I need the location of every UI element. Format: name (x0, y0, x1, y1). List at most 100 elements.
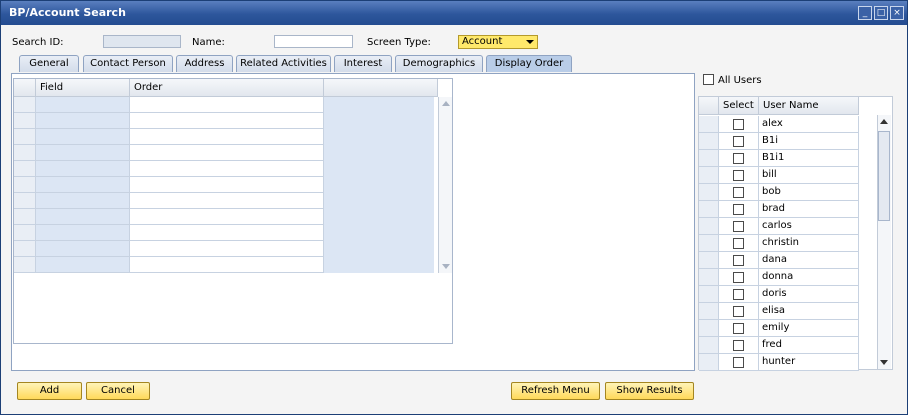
row-selector[interactable] (699, 235, 719, 252)
field-cell[interactable] (36, 97, 130, 113)
user-list-scrollbar[interactable] (877, 115, 891, 369)
user-name-cell[interactable]: B1i1 (759, 150, 859, 167)
user-name-cell[interactable]: carlos (759, 218, 859, 235)
screen-type-dropdown[interactable]: Account (458, 35, 538, 49)
row-selector[interactable] (14, 257, 36, 273)
select-checkbox[interactable] (733, 340, 744, 351)
select-checkbox[interactable] (733, 289, 744, 300)
row-selector[interactable] (699, 252, 719, 269)
tab-interest[interactable]: Interest (334, 55, 392, 72)
tab-demographics[interactable]: Demographics (395, 55, 483, 72)
user-name-cell[interactable]: emily (759, 320, 859, 337)
field-cell[interactable] (36, 129, 130, 145)
scroll-thumb[interactable] (878, 131, 890, 221)
select-checkbox[interactable] (733, 153, 744, 164)
user-name-cell[interactable]: elisa (759, 303, 859, 320)
row-selector[interactable] (699, 116, 719, 133)
add-button[interactable]: Add (17, 382, 82, 400)
row-selector[interactable] (699, 286, 719, 303)
scroll-down-icon[interactable] (442, 264, 450, 269)
order-cell[interactable] (130, 241, 324, 257)
select-checkbox[interactable] (733, 357, 744, 368)
row-selector[interactable] (699, 354, 719, 371)
row-selector[interactable] (14, 241, 36, 257)
select-checkbox[interactable] (733, 136, 744, 147)
row-selector[interactable] (699, 303, 719, 320)
order-cell[interactable] (130, 209, 324, 225)
row-selector[interactable] (14, 225, 36, 241)
minimize-icon[interactable]: _ (858, 6, 872, 20)
list-item[interactable]: hunter (699, 354, 861, 371)
field-cell[interactable] (36, 145, 130, 161)
order-cell[interactable] (130, 129, 324, 145)
list-item[interactable]: alex (699, 116, 861, 133)
list-item[interactable]: bob (699, 184, 861, 201)
list-item[interactable]: B1i1 (699, 150, 861, 167)
row-selector[interactable] (699, 218, 719, 235)
tab-related-activities[interactable]: Related Activities (236, 55, 331, 72)
select-checkbox[interactable] (733, 204, 744, 215)
column-header-field[interactable]: Field (36, 79, 130, 97)
column-header-order[interactable]: Order (130, 79, 324, 97)
row-selector[interactable] (14, 193, 36, 209)
select-checkbox[interactable] (733, 238, 744, 249)
field-cell[interactable] (36, 113, 130, 129)
select-checkbox[interactable] (733, 221, 744, 232)
field-cell[interactable] (36, 241, 130, 257)
list-item[interactable]: B1i (699, 133, 861, 150)
user-name-cell[interactable]: B1i (759, 133, 859, 150)
field-cell[interactable] (36, 225, 130, 241)
list-item[interactable]: bill (699, 167, 861, 184)
cancel-button[interactable]: Cancel (86, 382, 150, 400)
user-name-cell[interactable]: fred (759, 337, 859, 354)
row-selector[interactable] (14, 113, 36, 129)
select-checkbox[interactable] (733, 170, 744, 181)
grid-scrollbar[interactable] (438, 97, 452, 273)
user-name-cell[interactable]: hunter (759, 354, 859, 371)
row-selector[interactable] (699, 167, 719, 184)
order-cell[interactable] (130, 225, 324, 241)
row-selector[interactable] (14, 129, 36, 145)
list-item[interactable]: dana (699, 252, 861, 269)
row-selector[interactable] (14, 97, 36, 113)
list-item[interactable]: carlos (699, 218, 861, 235)
list-item[interactable]: fred (699, 337, 861, 354)
order-cell[interactable] (130, 113, 324, 129)
search-id-field[interactable] (103, 35, 181, 48)
field-cell[interactable] (36, 209, 130, 225)
column-header-user-name[interactable]: User Name (759, 97, 859, 115)
select-checkbox[interactable] (733, 119, 744, 130)
user-name-cell[interactable]: bill (759, 167, 859, 184)
order-cell[interactable] (130, 145, 324, 161)
field-cell[interactable] (36, 177, 130, 193)
list-item[interactable]: donna (699, 269, 861, 286)
select-checkbox[interactable] (733, 323, 744, 334)
row-selector[interactable] (699, 150, 719, 167)
user-name-cell[interactable]: brad (759, 201, 859, 218)
scroll-up-icon[interactable] (880, 119, 888, 124)
row-selector[interactable] (699, 320, 719, 337)
row-selector[interactable] (14, 177, 36, 193)
scroll-down-icon[interactable] (880, 360, 888, 365)
select-checkbox[interactable] (733, 272, 744, 283)
field-cell[interactable] (36, 193, 130, 209)
refresh-menu-button[interactable]: Refresh Menu (511, 382, 600, 400)
user-name-cell[interactable]: doris (759, 286, 859, 303)
order-cell[interactable] (130, 257, 324, 273)
title-bar[interactable]: BP/Account Search _ □ × (1, 1, 907, 25)
tab-contact-person[interactable]: Contact Person (83, 55, 173, 72)
user-name-cell[interactable]: dana (759, 252, 859, 269)
user-name-cell[interactable]: donna (759, 269, 859, 286)
user-name-cell[interactable]: bob (759, 184, 859, 201)
field-cell[interactable] (36, 161, 130, 177)
maximize-icon[interactable]: □ (874, 6, 888, 20)
order-cell[interactable] (130, 193, 324, 209)
list-item[interactable]: emily (699, 320, 861, 337)
scroll-up-icon[interactable] (442, 101, 450, 106)
show-results-button[interactable]: Show Results (605, 382, 694, 400)
row-selector[interactable] (699, 269, 719, 286)
order-cell[interactable] (130, 177, 324, 193)
order-cell[interactable] (130, 161, 324, 177)
list-item[interactable]: brad (699, 201, 861, 218)
tab-display-order[interactable]: Display Order (486, 55, 572, 72)
